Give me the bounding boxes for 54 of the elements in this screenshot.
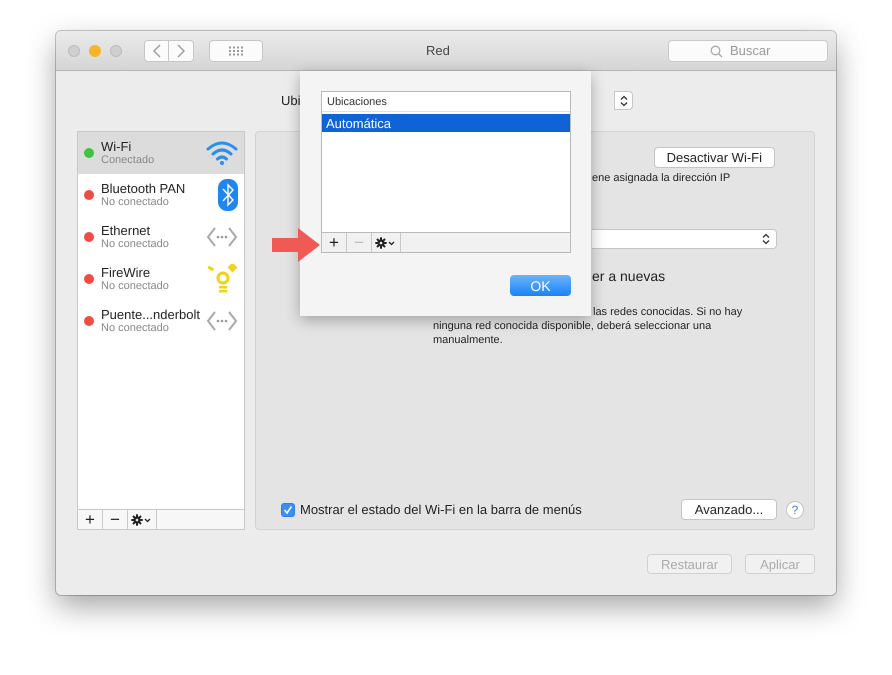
arrows-icon xyxy=(206,226,238,248)
remove-button[interactable]: − xyxy=(103,510,128,529)
location-label: Ubi xyxy=(281,93,301,108)
service-name: Ethernet xyxy=(101,223,152,238)
bluetooth-icon xyxy=(218,179,238,211)
grid-icon xyxy=(228,46,244,56)
search-field[interactable]: Buscar xyxy=(668,40,828,62)
service-name: Bluetooth PAN xyxy=(101,181,186,196)
option-label: er a nuevas xyxy=(592,268,666,284)
service-status: Conectado xyxy=(101,154,156,167)
arrows-icon xyxy=(206,310,238,332)
check-icon xyxy=(283,504,293,514)
updown-icon xyxy=(762,233,770,245)
advanced-button[interactable]: Avanzado... xyxy=(681,499,777,520)
service-status: No conectado xyxy=(101,322,170,335)
back-button[interactable] xyxy=(144,40,169,62)
turn-off-button[interactable]: Desactivar Wi-Fi xyxy=(654,147,775,168)
service-status: No conectado xyxy=(101,196,170,209)
add-button[interactable]: + xyxy=(322,233,347,252)
wifi-icon xyxy=(206,140,238,166)
back-icon xyxy=(152,44,160,58)
service-name: Wi-Fi xyxy=(101,139,132,154)
pointer-arrow xyxy=(272,228,320,262)
search-icon xyxy=(710,44,723,58)
zoom-button[interactable] xyxy=(110,44,122,56)
service-item[interactable]: Ethernet No conectado xyxy=(78,216,244,258)
show-all-button[interactable] xyxy=(209,40,263,62)
service-item[interactable]: Puente...nderbolt No conectado xyxy=(78,300,244,342)
column-header: Ubicaciones xyxy=(322,92,570,112)
add-button[interactable]: + xyxy=(78,510,103,529)
service-item[interactable]: Wi-Fi Conectado xyxy=(78,132,244,174)
show-status-checkbox[interactable]: Mostrar el estado del Wi-Fi en la barra de menús xyxy=(281,502,582,517)
minimize-button[interactable] xyxy=(89,44,101,56)
network-popup[interactable] xyxy=(592,229,777,249)
help-button[interactable]: ? xyxy=(786,500,804,518)
gear-menu-icon xyxy=(375,236,397,248)
location-row[interactable]: Automática xyxy=(322,114,570,132)
service-item[interactable]: FireWire No conectado xyxy=(78,258,244,300)
window-title: Red xyxy=(426,43,450,58)
service-status: No conectado xyxy=(101,238,170,251)
service-item[interactable]: Bluetooth PAN No conectado xyxy=(78,174,244,216)
status-text: ene asignada la dirección IP xyxy=(592,172,732,184)
checkbox[interactable] xyxy=(281,502,295,516)
service-status: No conectado xyxy=(101,280,170,293)
firewire-icon xyxy=(208,264,238,294)
forward-button[interactable] xyxy=(169,40,194,62)
service-name: FireWire xyxy=(101,265,152,280)
location-popup[interactable] xyxy=(614,91,633,110)
gear-menu-icon xyxy=(131,514,153,526)
help-text: las redes conocidas. Si no hay ninguna red conocida disponible, deberá seleccionar una manualmente. xyxy=(433,305,744,347)
forward-icon xyxy=(177,44,185,58)
close-button[interactable] xyxy=(68,44,80,56)
service-name: Puente...nderbolt xyxy=(101,307,202,322)
updown-icon xyxy=(620,94,628,106)
